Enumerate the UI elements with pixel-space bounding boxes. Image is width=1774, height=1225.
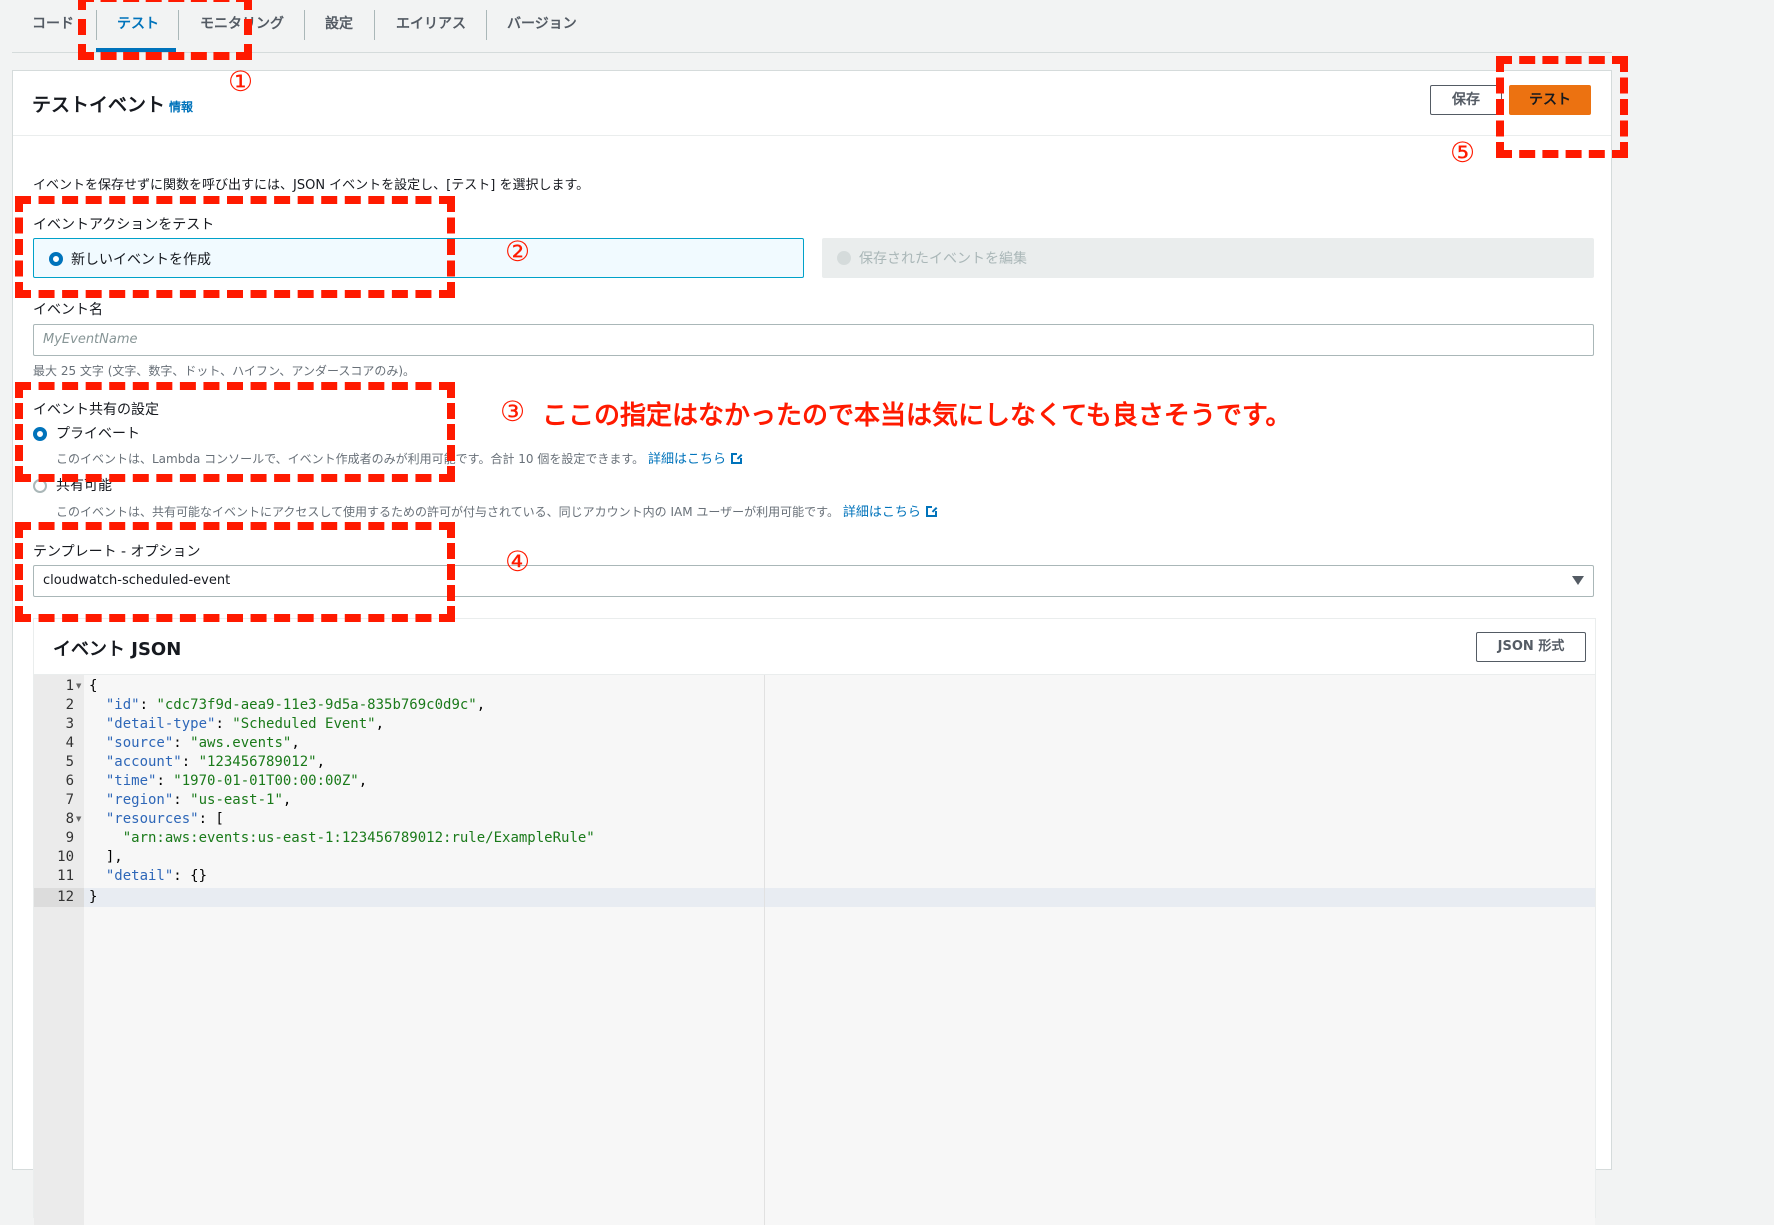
tab-bar-divider xyxy=(12,52,1612,53)
event-name-input[interactable]: MyEventName xyxy=(33,324,1594,356)
tab-aliases[interactable]: エイリアス xyxy=(396,10,466,42)
code-string: "aws.events" xyxy=(190,735,292,751)
code-line: "resources": [ xyxy=(105,811,224,827)
code-token: { xyxy=(89,678,98,694)
code-line: "id": "cdc73f9d-aea9-11e3-9d5a-835b769c0… xyxy=(105,697,486,713)
annotation-number-1: ① xyxy=(228,65,254,98)
code-key: "resources" xyxy=(105,811,199,827)
line-number: 7 xyxy=(65,792,74,808)
code-key: "detail" xyxy=(105,868,174,884)
code-line: } xyxy=(89,888,97,907)
code-line: "account": "123456789012", xyxy=(105,754,326,770)
active-line-highlight xyxy=(84,888,1595,907)
code-token: } xyxy=(89,889,98,905)
description-text: イベントを保存せずに関数を呼び出すには、JSON イベントを設定し、[テスト] … xyxy=(33,178,590,193)
annotation-number-4: ④ xyxy=(505,545,531,578)
annotation-note-3: ここの指定はなかったので本当は気にしなくても良さそうです。 xyxy=(542,401,1292,431)
code-string: "cdc73f9d-aea9-11e3-9d5a-835b769c0d9c" xyxy=(156,697,477,713)
code-string: "123456789012" xyxy=(198,754,317,770)
code-key: "region" xyxy=(105,792,174,808)
line-number: 3 xyxy=(65,716,74,732)
line-number: 1 xyxy=(65,678,74,694)
code-key: "source" xyxy=(105,735,174,751)
code-string: "arn:aws:events:us-east-1:123456789012:r… xyxy=(122,830,595,846)
caret-down-icon xyxy=(1572,576,1584,585)
code-editor[interactable]: 1 ▼ 2 3 4 5 6 7 8 ▼ 9 10 11 12 { "id": "… xyxy=(34,674,1595,1225)
code-line: "detail-type": "Scheduled Event", xyxy=(105,716,385,732)
tab-settings[interactable]: 設定 xyxy=(325,10,353,42)
line-number: 5 xyxy=(65,754,74,770)
line-number: 4 xyxy=(65,735,74,751)
event-json-panel: イベント JSON JSON 形式 1 ▼ 2 3 4 5 6 7 8 ▼ 9 … xyxy=(33,618,1596,1225)
shared-learn-more-link[interactable]: 詳細はこちら xyxy=(843,505,921,520)
annotation-number-3: ③ xyxy=(500,395,526,428)
info-link[interactable]: 情報 xyxy=(169,98,193,115)
fold-arrow-icon[interactable]: ▼ xyxy=(76,677,81,696)
code-string: "Scheduled Event" xyxy=(232,716,376,732)
line-number: 8 xyxy=(65,811,74,827)
shared-description: このイベントは、共有可能なイベントにアクセスして使用するための許可が付与されてい… xyxy=(56,501,937,520)
annotation-box-4 xyxy=(15,522,455,622)
code-key: "id" xyxy=(105,697,140,713)
code-line: "time": "1970-01-01T00:00:00Z", xyxy=(105,773,368,789)
edit-saved-event-tile[interactable]: 保存されたイベントを編集 xyxy=(822,238,1594,278)
annotation-box-1 xyxy=(78,0,252,60)
code-line: "region": "us-east-1", xyxy=(105,792,292,808)
panel-title: テストイベント xyxy=(32,94,166,116)
tab-divider xyxy=(374,10,375,40)
save-button[interactable]: 保存 xyxy=(1430,85,1502,115)
code-token: {} xyxy=(190,868,208,884)
fold-arrow-icon[interactable]: ▼ xyxy=(76,810,81,829)
code-key: "account" xyxy=(105,754,182,770)
event-json-title: イベント JSON xyxy=(53,639,182,660)
code-key: "detail-type" xyxy=(105,716,216,732)
code-line: "arn:aws:events:us-east-1:123456789012:r… xyxy=(89,829,595,848)
annotation-number-5: ⑤ xyxy=(1450,136,1476,169)
line-number: 6 xyxy=(65,773,74,789)
annotation-box-2 xyxy=(15,196,455,298)
line-number: 11 xyxy=(57,868,74,884)
annotation-number-2: ② xyxy=(505,235,531,268)
line-number: 12 xyxy=(57,889,74,905)
code-string: "us-east-1" xyxy=(190,792,283,808)
tab-versions[interactable]: バージョン xyxy=(507,10,577,42)
annotation-box-5 xyxy=(1496,56,1628,158)
edit-saved-event-radio[interactable] xyxy=(837,251,851,265)
event-name-hint: 最大 25 文字 (文字、数字、ドット、ハイフン、アンダースコアのみ)。 xyxy=(33,364,416,378)
code-line: { xyxy=(89,677,97,696)
annotation-box-3 xyxy=(15,382,455,482)
edit-saved-event-label: 保存されたイベントを編集 xyxy=(859,251,1027,267)
code-line: "source": "aws.events", xyxy=(105,735,300,751)
shared-description-text: このイベントは、共有可能なイベントにアクセスして使用するための許可が付与されてい… xyxy=(56,505,839,519)
tab-divider xyxy=(304,10,305,40)
private-learn-more-link[interactable]: 詳細はこちら xyxy=(648,452,726,467)
external-link-icon xyxy=(731,453,742,464)
code-string: "1970-01-01T00:00:00Z" xyxy=(173,773,359,789)
json-format-button[interactable]: JSON 形式 xyxy=(1476,632,1586,662)
print-margin xyxy=(764,675,765,1225)
line-number: 9 xyxy=(65,830,74,846)
tab-divider xyxy=(486,10,487,40)
code-token: ], xyxy=(105,849,123,865)
tab-bar: コード テスト モニタリング 設定 エイリアス バージョン xyxy=(0,0,1774,52)
code-line: "detail": {} xyxy=(105,868,208,884)
external-link-icon xyxy=(925,506,937,517)
code-line: ], xyxy=(89,848,123,867)
line-number: 10 xyxy=(57,849,74,865)
tab-code[interactable]: コード xyxy=(32,10,74,42)
code-key: "time" xyxy=(105,773,157,789)
event-name-label: イベント名 xyxy=(33,302,103,318)
event-name-placeholder: MyEventName xyxy=(43,332,138,347)
line-number: 2 xyxy=(65,697,74,713)
